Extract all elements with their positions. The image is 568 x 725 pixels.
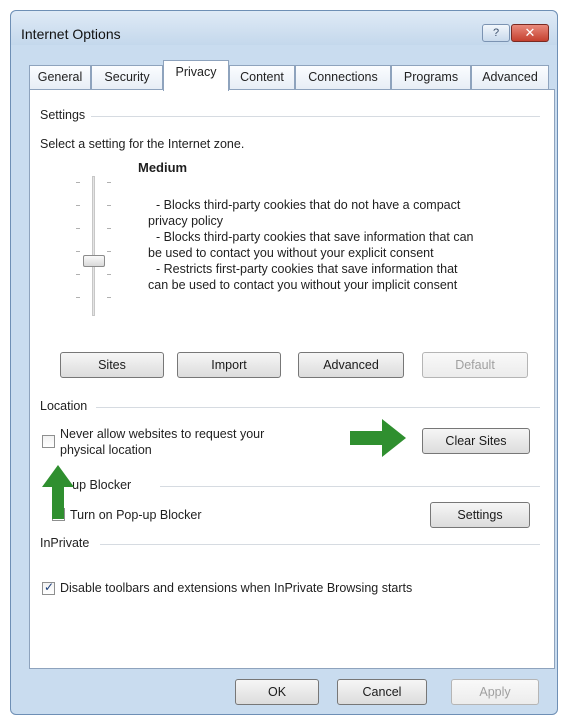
tab-strip: General Security Privacy Content Connect… [29, 60, 549, 91]
disable-toolbars-label: Disable toolbars and extensions when InP… [60, 581, 413, 595]
never-allow-location-label: Never allow websites to request your [60, 427, 265, 441]
tab-programs[interactable]: Programs [391, 65, 471, 90]
description-line: - Blocks third-party cookies that do not… [156, 198, 461, 212]
apply-button[interactable]: Apply [451, 679, 539, 705]
inprivate-group-label: InPrivate [40, 536, 96, 550]
slider-track[interactable] [92, 176, 95, 316]
tab-advanced[interactable]: Advanced [471, 65, 549, 90]
popup-blocker-divider [160, 486, 540, 487]
never-allow-location-label: physical location [60, 443, 152, 457]
tab-general[interactable]: General [29, 65, 91, 90]
slider-tick [76, 228, 80, 229]
slider-tick [76, 251, 80, 252]
disable-toolbars-checkbox[interactable] [42, 580, 55, 595]
tab-security[interactable]: Security [91, 65, 163, 90]
slider-thumb[interactable] [83, 255, 105, 267]
green-arrow-right-icon [350, 419, 406, 457]
slider-tick [107, 205, 111, 206]
turn-on-popup-blocker-label: Turn on Pop-up Blocker [70, 508, 202, 522]
description-line: - Restricts first-party cookies that sav… [156, 262, 458, 276]
advanced-button[interactable]: Advanced [298, 352, 404, 378]
location-divider [96, 407, 540, 408]
help-button[interactable]: ? [482, 24, 510, 42]
popup-settings-button[interactable]: Settings [430, 502, 530, 528]
slider-tick [107, 251, 111, 252]
help-icon: ? [492, 27, 500, 39]
close-icon: ✕ [524, 25, 536, 40]
default-button[interactable]: Default [422, 352, 528, 378]
settings-instruction: Select a setting for the Internet zone. [40, 137, 245, 151]
popup-blocker-group-label: -up Blocker [68, 478, 138, 492]
slider-tick [107, 228, 111, 229]
slider-tick [107, 297, 111, 298]
slider-tick [76, 182, 80, 183]
never-allow-location-checkbox[interactable] [42, 435, 55, 448]
slider-tick [76, 205, 80, 206]
tab-connections[interactable]: Connections [295, 65, 391, 90]
settings-group-label: Settings [40, 108, 92, 122]
slider-tick [76, 297, 80, 298]
slider-tick [76, 274, 80, 275]
slider-tick [107, 182, 111, 183]
ok-button[interactable]: OK [235, 679, 319, 705]
title-bar[interactable]: Internet Options ? ✕ [11, 11, 557, 45]
slider-tick [107, 274, 111, 275]
inprivate-divider [100, 544, 540, 545]
import-button[interactable]: Import [177, 352, 281, 378]
tab-privacy[interactable]: Privacy [163, 60, 229, 91]
window-title: Internet Options [21, 26, 121, 42]
description-line: - Blocks third-party cookies that save i… [156, 230, 474, 244]
green-arrow-up-icon [42, 465, 74, 519]
settings-divider [90, 116, 540, 117]
privacy-panel: Settings Select a setting for the Intern… [29, 89, 555, 669]
description-line: can be used to contact you without your … [148, 278, 458, 292]
cancel-button[interactable]: Cancel [337, 679, 427, 705]
close-button[interactable]: ✕ [511, 24, 549, 42]
sites-button[interactable]: Sites [60, 352, 164, 378]
privacy-level-name: Medium [138, 160, 188, 175]
description-line: privacy policy [148, 214, 224, 228]
internet-options-window: Internet Options ? ✕ General Security Pr… [10, 10, 558, 715]
tab-content[interactable]: Content [229, 65, 295, 90]
clear-sites-button[interactable]: Clear Sites [422, 428, 530, 454]
location-group-label: Location [40, 399, 94, 413]
description-line: be used to contact you without your expl… [148, 246, 434, 260]
